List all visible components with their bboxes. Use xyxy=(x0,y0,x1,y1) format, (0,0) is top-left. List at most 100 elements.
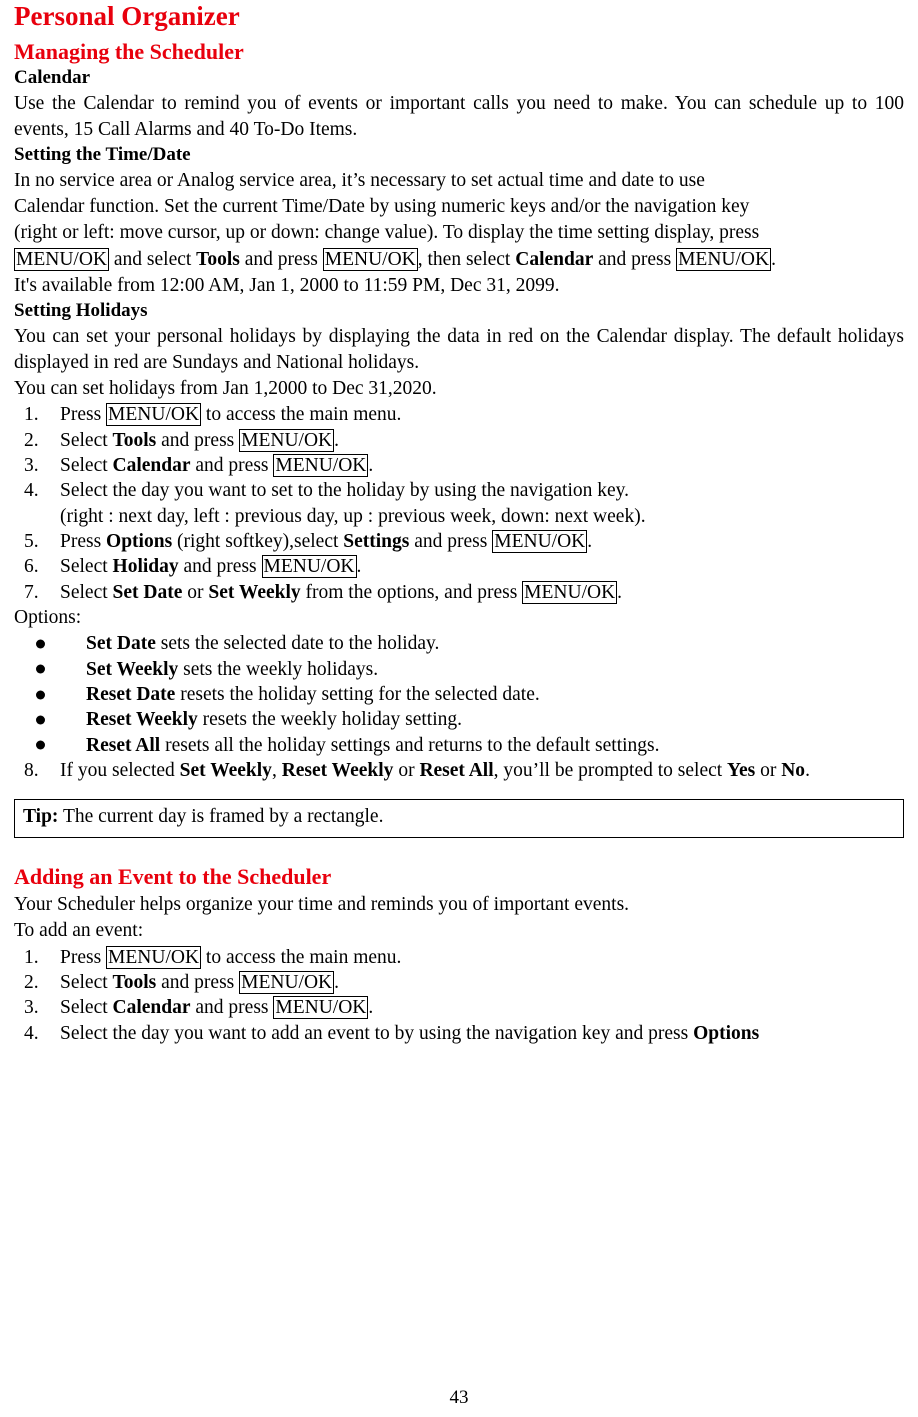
key-menu-ok: MENU/OK xyxy=(273,996,369,1020)
list-item: 2. Select Tools and press MENU/OK. xyxy=(14,428,904,453)
menu-item-calendar: Calendar xyxy=(515,248,594,270)
list-item: 4. Select the day you want to add an even… xyxy=(14,1021,904,1046)
text-fragment: from the options, and press xyxy=(300,581,523,603)
options-label: Options: xyxy=(14,607,82,629)
list-item: Reset Date resets the holiday setting fo… xyxy=(14,682,904,707)
ordered-steps-holidays-part2: 5. Press Options (right softkey),select S… xyxy=(14,529,904,605)
section-heading-adding-event: Adding an Event to the Scheduler xyxy=(14,863,332,889)
text-fragment: Select xyxy=(60,581,113,603)
text-fragment: , then select xyxy=(417,248,516,270)
text-fragment: Press xyxy=(60,404,107,426)
list-item: 6. Select Holiday and press MENU/OK. xyxy=(14,554,904,579)
text-fragment: If you selected xyxy=(60,760,180,782)
list-item: 8. If you selected Set Weekly, Reset Week… xyxy=(14,758,904,783)
paragraph-holidays-2: You can set holidays from Jan 1,2000 to … xyxy=(14,377,437,399)
text-fragment: and press xyxy=(178,556,262,578)
emphasis-term: Tools xyxy=(112,429,157,451)
text-fragment: Select the day you want to add an event … xyxy=(60,1022,694,1044)
list-item: 4. Select the day you want to set to the … xyxy=(14,478,904,503)
page-number: 43 xyxy=(449,1387,469,1408)
option-term: Reset All xyxy=(86,734,161,756)
bullet-icon xyxy=(36,639,45,649)
step-number: 4. xyxy=(24,1022,39,1044)
option-term: Set Weekly xyxy=(86,658,179,680)
step-number: 2. xyxy=(24,429,39,451)
document-page: Personal Organizer Managing the Schedule… xyxy=(0,1,918,1417)
text-fragment: , xyxy=(271,760,282,782)
list-item: 5. Press Options (right softkey),select S… xyxy=(14,529,904,554)
emphasis-term: Options xyxy=(106,531,173,552)
step4-subnote: (right : next day, left : previous day, … xyxy=(60,505,646,527)
option-term: Set Date xyxy=(86,633,156,655)
tip-box: Tip: The current day is framed by a rect… xyxy=(14,799,904,838)
key-menu-ok: MENU/OK xyxy=(322,247,418,271)
section-heading-managing-scheduler: Managing the Scheduler xyxy=(14,39,244,65)
text-fragment: . xyxy=(334,972,339,994)
text-fragment: or xyxy=(393,760,420,782)
key-menu-ok: MENU/OK xyxy=(676,247,772,271)
list-item: Reset Weekly resets the weekly holiday s… xyxy=(14,707,904,732)
key-menu-ok: MENU/OK xyxy=(239,428,335,452)
text-fragment: . xyxy=(587,531,593,552)
options-bullet-list: Set Date sets the selected date to the h… xyxy=(14,631,904,758)
step-number: 1. xyxy=(24,404,39,426)
text-fragment: . xyxy=(334,429,339,451)
paragraph-time-date-line5: It's available from 12:00 AM, Jan 1, 200… xyxy=(14,275,560,297)
list-item: 2. Select Tools and press MENU/OK. xyxy=(14,970,904,995)
text-fragment: Select xyxy=(60,556,113,578)
text-fragment: or xyxy=(755,760,782,782)
text-fragment: Select the day you want to set to the ho… xyxy=(60,480,629,502)
step-number: 1. xyxy=(24,946,39,968)
ordered-steps-adding-event: 1. Press MENU/OK to access the main menu.… xyxy=(14,945,904,1046)
option-term: Reset Date xyxy=(86,684,176,706)
text-fragment: to access the main menu. xyxy=(201,404,402,426)
key-menu-ok: MENU/OK xyxy=(106,945,202,969)
text-fragment: and press xyxy=(239,248,323,270)
emphasis-term: Options xyxy=(693,1022,760,1044)
list-item: 7. Select Set Date or Set Weekly from the… xyxy=(14,580,904,605)
step-number: 4. xyxy=(24,480,39,502)
list-item: Set Weekly sets the weekly holidays. xyxy=(14,657,904,682)
option-term: Reset Weekly xyxy=(86,709,198,731)
option-description: sets the selected date to the holiday. xyxy=(155,633,440,655)
text-fragment: and press xyxy=(593,248,677,270)
key-menu-ok: MENU/OK xyxy=(239,971,335,995)
option-description: resets the holiday setting for the selec… xyxy=(175,684,540,706)
paragraph-time-date-line2: Calendar function. Set the current Time/… xyxy=(14,196,750,218)
text-fragment: and press xyxy=(409,531,493,552)
key-menu-ok: MENU/OK xyxy=(522,580,618,604)
text-fragment: . xyxy=(368,997,374,1019)
subheading-calendar: Calendar xyxy=(14,67,90,89)
text-fragment: Select xyxy=(60,454,113,476)
paragraph-adding-event-1: Your Scheduler helps organize your time … xyxy=(14,894,630,916)
bullet-icon xyxy=(36,715,45,725)
tip-text: The current day is framed by a rectangle… xyxy=(58,806,384,828)
step-number: 2. xyxy=(24,972,39,994)
page-title: Personal Organizer xyxy=(14,1,240,31)
list-item: 3. Select Calendar and press MENU/OK. xyxy=(14,453,904,478)
text-fragment: . xyxy=(771,248,776,270)
emphasis-term: Reset Weekly xyxy=(281,760,394,782)
emphasis-term: Set Weekly xyxy=(179,760,272,782)
text-fragment: . xyxy=(805,760,810,782)
text-fragment: or xyxy=(182,581,209,603)
text-fragment: . xyxy=(356,556,362,578)
emphasis-term: Set Date xyxy=(112,581,183,603)
ordered-steps-holidays-part3: 8. If you selected Set Weekly, Reset Week… xyxy=(14,758,904,783)
list-item: 1. Press MENU/OK to access the main menu. xyxy=(14,945,904,970)
paragraph-adding-event-2: To add an event: xyxy=(14,920,144,942)
emphasis-term: Set Weekly xyxy=(208,581,301,603)
menu-item-tools: Tools xyxy=(196,248,240,270)
text-fragment: Press xyxy=(60,946,107,968)
option-description: resets all the holiday settings and retu… xyxy=(160,734,660,756)
emphasis-term: Reset All xyxy=(419,760,494,782)
emphasis-term: Settings xyxy=(343,531,410,552)
text-fragment: Press xyxy=(60,531,107,552)
paragraph-holidays-1: You can set your personal holidays by di… xyxy=(14,326,904,373)
emphasis-term: Yes xyxy=(727,760,756,782)
text-fragment: Select xyxy=(60,997,113,1019)
list-item: Reset All resets all the holiday setting… xyxy=(14,733,904,758)
tip-label: Tip: xyxy=(23,806,59,828)
key-menu-ok: MENU/OK xyxy=(273,453,369,477)
paragraph-time-date-line1: In no service area or Analog service are… xyxy=(14,169,705,191)
